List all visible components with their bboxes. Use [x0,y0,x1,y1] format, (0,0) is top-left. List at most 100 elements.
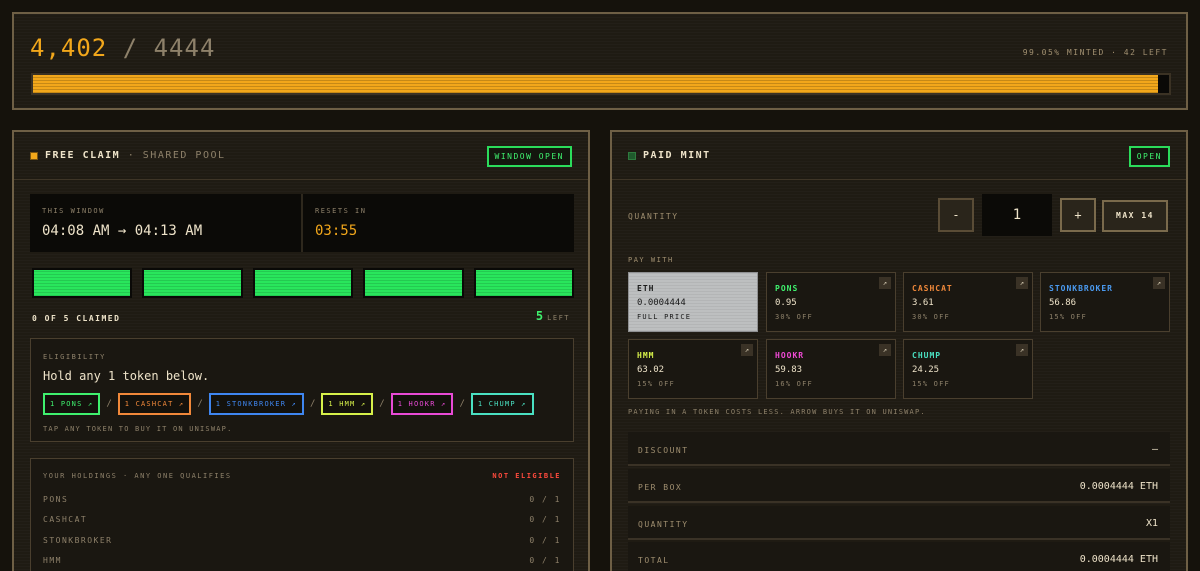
claim-slot [473,268,575,298]
resets-in-label: RESETS IN [315,207,367,215]
free-claim-panel: FREE CLAIM · SHARED POOL WINDOW OPEN THI… [12,130,590,571]
pay-option-amount: 0.0004444 [637,298,686,308]
eligibility-box: ELIGIBILITY Hold any 1 token below. 1 PO… [30,338,574,442]
pay-option-pons[interactable]: PONS 0.95 30% OFF ↗ [766,272,896,332]
claim-slot [142,268,243,298]
total-supply: 4444 [153,34,216,62]
increment-button[interactable]: + [1060,198,1096,232]
external-link-icon[interactable]: ↗ [741,344,753,356]
pay-option-cashcat[interactable]: CASHCAT 3.61 30% OFF ↗ [903,272,1033,332]
external-link-icon[interactable]: ↗ [1016,344,1028,356]
minted-status: 99.05% MINTED · 42 LEFT [1022,48,1168,57]
resets-in-value: 03:55 [315,223,358,239]
mint-open-badge: OPEN [1128,146,1170,167]
pay-option-discount: 30% OFF [775,313,813,321]
pay-option-stonkbroker[interactable]: STONKBROKER 56.86 15% OFF ↗ [1040,272,1170,332]
external-link-icon[interactable]: ↗ [1153,277,1165,289]
slots-left: 5 LEFT [536,309,570,323]
paid-mint-panel: PAID MINT OPEN QUANTITY - 1 + MAX 14 PAY… [610,130,1188,571]
summary-value: X1 [1145,518,1158,529]
pay-option-discount: 15% OFF [1049,313,1087,321]
free-claim-title: FREE CLAIM · SHARED POOL [45,150,226,161]
holding-row: CASHCAT 0 / 1 [43,515,561,527]
token-link-stonkbroker[interactable]: 1 STONKBROKER ↗ [208,393,304,415]
holding-name: PONS [43,495,69,504]
token-link-cashcat[interactable]: 1 CASHCAT ↗ [117,393,192,415]
pay-option-amount: 63.02 [637,365,665,375]
mint-progress-panel: 4,402 / 4444 99.05% MINTED · 42 LEFT [12,12,1188,110]
pay-option-hookr[interactable]: HOOKR 59.83 16% OFF ↗ [766,339,896,399]
pay-option-name: STONKBROKER [1049,284,1113,293]
token-separator: / [106,399,112,409]
paid-mint-indicator-icon [628,152,636,160]
holding-name: CASHCAT [43,515,88,524]
pay-option-amount: 59.83 [775,365,803,375]
holding-name: STONKBROKER [43,536,113,545]
free-claim-title-text: FREE CLAIM [45,150,121,161]
token-link-pons[interactable]: 1 PONS ↗ [43,393,101,415]
pay-option-amount: 24.25 [912,365,940,375]
summary-key: PER BOX [638,483,683,492]
token-separator: / [197,399,203,409]
decrement-button[interactable]: - [938,198,974,232]
token-link-chump[interactable]: 1 CHUMP ↗ [470,393,534,415]
pay-option-amount: 56.86 [1049,298,1077,308]
progress-bar [31,73,1171,95]
holdings-label: YOUR HOLDINGS · ANY ONE QUALIFIES [43,472,232,480]
eligibility-status-badge: NOT ELIGIBLE [492,472,561,480]
mint-count: 4,402 / 4444 [30,34,215,62]
summary-row-quantity: QUANTITY X1 [628,506,1170,540]
holding-row: HMM 0 / 1 [43,556,561,568]
summary-key: TOTAL [638,556,670,565]
summary-row-discount: DISCOUNT – [628,432,1170,466]
claimed-count: 0 OF 5 CLAIMED [32,314,121,323]
pay-option-name: HOOKR [775,351,805,360]
eligibility-hint: TAP ANY TOKEN TO BUY IT ON UNISWAP. [43,425,233,433]
max-quantity-button[interactable]: MAX 14 [1102,200,1168,232]
pay-option-amount: 0.95 [775,298,797,308]
summary-key: DISCOUNT [638,446,689,455]
pay-option-eth[interactable]: ETH 0.0004444 FULL PRICE [628,272,758,332]
quantity-input[interactable]: 1 [982,194,1052,236]
this-window-label: THIS WINDOW [42,207,105,215]
external-link-icon[interactable]: ↗ [1016,277,1028,289]
eligible-token-list: 1 PONS ↗ / 1 CASHCAT ↗ / 1 STONKBROKER ↗… [43,393,534,415]
slots-left-label: LEFT [547,314,570,322]
pay-option-name: ETH [637,284,655,293]
token-link-hookr[interactable]: 1 HOOKR ↗ [390,393,454,415]
token-separator: / [309,399,316,409]
this-window-value: 04:08 AM → 04:13 AM [42,223,203,239]
eligibility-text: Hold any 1 token below. [43,369,210,383]
holding-value: 0 / 1 [529,556,561,565]
holding-value: 0 / 1 [529,536,561,545]
pay-option-discount: 15% OFF [912,380,950,388]
eligibility-label: ELIGIBILITY [43,353,106,361]
pay-option-name: PONS [775,284,799,293]
external-link-icon[interactable]: ↗ [879,344,891,356]
count-slash: / [122,34,139,62]
summary-value: – [1151,444,1158,455]
window-open-badge: WINDOW OPEN [486,146,572,167]
window-divider [301,194,303,252]
claim-slot [252,268,354,298]
summary-value: 0.0004444 ETH [1079,481,1158,492]
pay-option-chump[interactable]: CHUMP 24.25 15% OFF ↗ [903,339,1033,399]
resets-in: RESETS IN 03:55 [315,207,366,239]
claim-slots [32,268,575,298]
summary-value: 0.0004444 ETH [1079,554,1158,565]
summary-key: QUANTITY [638,520,689,529]
pay-option-discount: 30% OFF [912,313,950,321]
pay-option-hmm[interactable]: HMM 63.02 15% OFF ↗ [628,339,758,399]
quantity-label: QUANTITY [628,212,679,221]
pay-option-discount: FULL PRICE [637,313,692,321]
pay-option-name: HMM [637,351,655,360]
paid-mint-header: PAID MINT OPEN [612,132,1186,180]
free-claim-subtitle: · SHARED POOL [127,150,226,161]
paid-mint-title: PAID MINT [643,150,711,161]
claim-window-box: THIS WINDOW 04:08 AM → 04:13 AM RESETS I… [30,194,574,252]
token-link-hmm[interactable]: 1 HMM ↗ [321,393,374,415]
token-separator: / [379,399,385,409]
external-link-icon[interactable]: ↗ [879,277,891,289]
minted-count: 4,402 [30,34,108,62]
this-window: THIS WINDOW 04:08 AM → 04:13 AM [42,207,202,239]
